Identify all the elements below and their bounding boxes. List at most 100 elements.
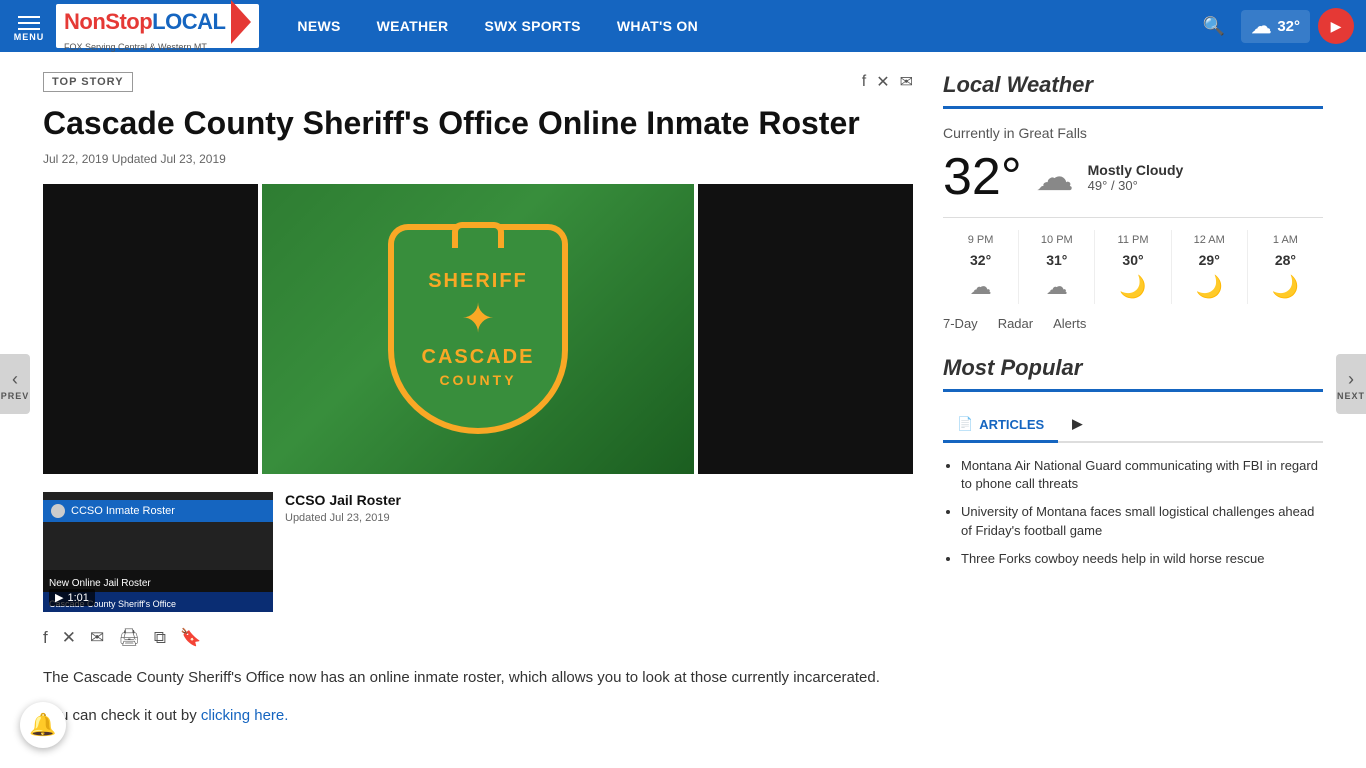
weather-description: Mostly Cloudy bbox=[1088, 162, 1184, 178]
media-image-right bbox=[698, 184, 913, 474]
articles-tab[interactable]: 📄 ARTICLES bbox=[943, 408, 1058, 443]
hour-temp: 29° bbox=[1199, 252, 1220, 268]
next-label: NEXT bbox=[1337, 391, 1365, 401]
logo-subtitle: FOX Serving Central & Western MT bbox=[64, 42, 251, 52]
nav-temperature: 32° bbox=[1277, 18, 1300, 35]
weather-hourly: 9 PM 32° ☁ 10 PM 31° ☁ 11 PM 30° 🌙 12 AM… bbox=[943, 217, 1323, 304]
weather-hour-1: 10 PM 31° ☁ bbox=[1019, 230, 1095, 304]
nav-weather-widget: ☁ 32° bbox=[1241, 10, 1310, 43]
weather-alerts-link[interactable]: Alerts bbox=[1053, 316, 1086, 331]
weather-radar-link[interactable]: Radar bbox=[998, 316, 1033, 331]
prev-label: PREV bbox=[1, 391, 30, 401]
popular-list: Montana Air National Guard communicating… bbox=[943, 457, 1323, 568]
live-button[interactable]: ▶ bbox=[1318, 8, 1354, 44]
site-logo[interactable]: NonStopLOCAL FOX Serving Central & Weste… bbox=[56, 4, 259, 48]
hour-temp: 32° bbox=[970, 252, 991, 268]
nav-swx-sports[interactable]: SWX SPORTS bbox=[466, 0, 598, 52]
articles-icon: 📄 bbox=[957, 416, 973, 432]
weather-links: 7-Day Radar Alerts bbox=[943, 316, 1323, 331]
hour-icon: ☁ bbox=[1046, 274, 1068, 300]
hour-label: 12 AM bbox=[1194, 234, 1225, 246]
most-popular-section: Most Popular 📄 ARTICLES ▶ Montana Air Na… bbox=[943, 355, 1323, 568]
bookmark-button[interactable]: 🔖 bbox=[180, 628, 201, 648]
popular-list-item-2[interactable]: Three Forks cowboy needs help in wild ho… bbox=[961, 550, 1323, 568]
copy-share-button[interactable]: ⧉ bbox=[154, 628, 166, 648]
video-duration: ▶ 1:01 bbox=[49, 589, 95, 606]
weather-cloud-icon: ☁ bbox=[1036, 155, 1074, 200]
hour-label: 1 AM bbox=[1273, 234, 1298, 246]
popular-list-item-1[interactable]: University of Montana faces small logist… bbox=[961, 503, 1323, 539]
video-title: CCSO Jail Roster bbox=[285, 492, 401, 508]
weather-current: 32° ☁ Mostly Cloudy 49° / 30° bbox=[943, 147, 1323, 207]
nav-whats-on[interactable]: WHAT'S ON bbox=[599, 0, 716, 52]
menu-label: MENU bbox=[14, 32, 45, 42]
article-paragraph-1: The Cascade County Sheriff's Office now … bbox=[43, 666, 913, 690]
email-share-icon[interactable]: ✉ bbox=[900, 72, 913, 92]
facebook-share-icon[interactable]: f bbox=[862, 73, 866, 91]
prev-arrow-button[interactable]: ‹ PREV bbox=[0, 354, 30, 414]
popular-tabs: 📄 ARTICLES ▶ bbox=[943, 408, 1323, 443]
nav-right-controls: 🔍 ☁ 32° ▶ bbox=[1195, 8, 1354, 45]
hour-label: 10 PM bbox=[1041, 234, 1073, 246]
weather-hour-4: 1 AM 28° 🌙 bbox=[1248, 230, 1323, 304]
article-body: The Cascade County Sheriff's Office now … bbox=[43, 666, 913, 728]
hour-icon: 🌙 bbox=[1196, 274, 1223, 300]
twitter-x-share-button[interactable]: ✕ bbox=[62, 628, 76, 648]
video-thumbnail[interactable]: CCSO Inmate Roster New Online Jail Roste… bbox=[43, 492, 273, 612]
next-arrow-button[interactable]: › NEXT bbox=[1336, 354, 1366, 414]
badge-shape: SHERIFF ✦ CASCADE COUNTY bbox=[388, 224, 568, 434]
hour-icon: 🌙 bbox=[1119, 274, 1146, 300]
media-row: SHERIFF ✦ CASCADE COUNTY bbox=[43, 184, 913, 474]
hour-label: 11 PM bbox=[1118, 234, 1149, 246]
weather-hour-0: 9 PM 32° ☁ bbox=[943, 230, 1019, 304]
article-share-row: f ✕ ✉ 🖨 ⧉ 🔖 bbox=[43, 628, 913, 648]
weather-7day-link[interactable]: 7-Day bbox=[943, 316, 978, 331]
badge-county-text: COUNTY bbox=[439, 372, 516, 388]
most-popular-title: Most Popular bbox=[943, 355, 1323, 392]
badge-cascade-text: CASCADE bbox=[422, 346, 535, 368]
hour-temp: 30° bbox=[1122, 252, 1143, 268]
badge-star-icon: ✦ bbox=[461, 296, 495, 342]
top-story-badge: TOP STORY bbox=[43, 72, 133, 92]
facebook-share-button[interactable]: f bbox=[43, 628, 48, 648]
badge-graphic: SHERIFF ✦ CASCADE COUNTY bbox=[378, 209, 578, 449]
search-icon[interactable]: 🔍 bbox=[1195, 8, 1233, 45]
weather-location: Currently in Great Falls bbox=[943, 125, 1323, 141]
video-thumbnail-row: CCSO Inmate Roster New Online Jail Roste… bbox=[43, 492, 913, 612]
weather-hour-3: 12 AM 29° 🌙 bbox=[1172, 230, 1248, 304]
weather-hi-lo: 49° / 30° bbox=[1088, 178, 1184, 193]
article-title: Cascade County Sheriff's Office Online I… bbox=[43, 104, 913, 142]
weather-section: Local Weather Currently in Great Falls 3… bbox=[943, 72, 1323, 331]
nav-weather[interactable]: WEATHER bbox=[359, 0, 467, 52]
weather-section-title: Local Weather bbox=[943, 72, 1323, 109]
share-icons-top: f ✕ ✉ bbox=[862, 72, 913, 92]
print-share-button[interactable]: 🖨 bbox=[118, 628, 140, 648]
media-image-left bbox=[43, 184, 258, 474]
twitter-x-share-icon[interactable]: ✕ bbox=[876, 72, 889, 92]
weather-temperature: 32° bbox=[943, 147, 1022, 207]
hour-icon: 🌙 bbox=[1272, 274, 1299, 300]
cloud-icon: ☁ bbox=[1251, 14, 1271, 39]
notification-bell[interactable]: 🔔 bbox=[20, 702, 66, 748]
email-share-button[interactable]: ✉ bbox=[90, 628, 104, 648]
menu-button[interactable]: MENU bbox=[12, 10, 46, 42]
hour-icon: ☁ bbox=[970, 274, 992, 300]
hour-temp: 28° bbox=[1275, 252, 1296, 268]
popular-list-item-0[interactable]: Montana Air National Guard communicating… bbox=[961, 457, 1323, 493]
sheriff-badge-image: SHERIFF ✦ CASCADE COUNTY bbox=[262, 184, 694, 474]
video-info: CCSO Jail Roster Updated Jul 23, 2019 bbox=[285, 492, 401, 524]
article-paragraph-2: You can check it out by clicking here. bbox=[43, 704, 913, 728]
videos-tab[interactable]: ▶ bbox=[1058, 408, 1096, 443]
navigation-bar: MENU NonStopLOCAL FOX Serving Central & … bbox=[0, 0, 1366, 52]
hour-temp: 31° bbox=[1046, 252, 1067, 268]
logo-text: NonStopLOCAL bbox=[64, 0, 251, 44]
hour-label: 9 PM bbox=[968, 234, 994, 246]
weather-hour-2: 11 PM 30° 🌙 bbox=[1095, 230, 1171, 304]
article-date: Jul 22, 2019 Updated Jul 23, 2019 bbox=[43, 152, 913, 166]
main-content: TOP STORY f ✕ ✉ Cascade County Sheriff's… bbox=[43, 72, 913, 742]
video-tab-icon: ▶ bbox=[1072, 416, 1082, 432]
clicking-here-link[interactable]: clicking here. bbox=[201, 707, 289, 724]
badge-sheriff-text: SHERIFF bbox=[428, 270, 528, 292]
nav-links: NEWS WEATHER SWX SPORTS WHAT'S ON bbox=[279, 0, 1194, 52]
nav-news[interactable]: NEWS bbox=[279, 0, 358, 52]
